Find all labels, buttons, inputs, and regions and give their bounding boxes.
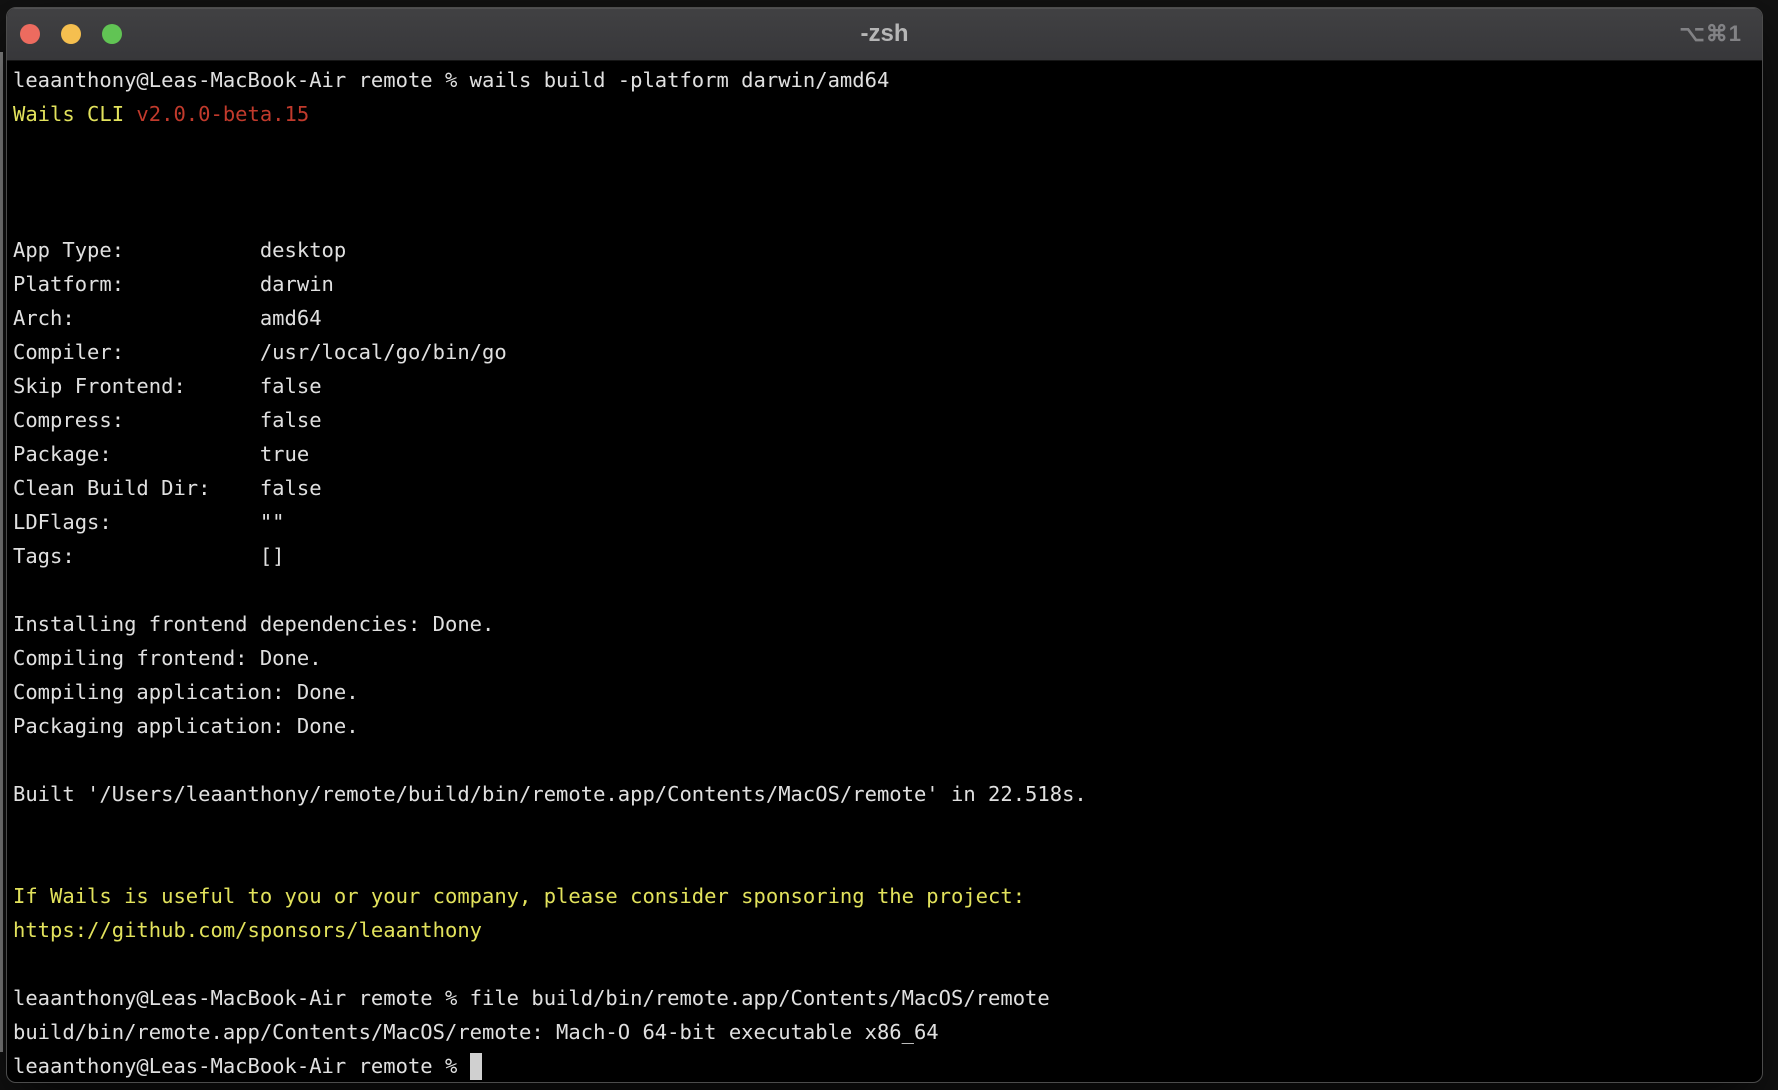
terminal-line: Arch: amd64 bbox=[13, 301, 1762, 335]
terminal-line: Compiler: /usr/local/go/bin/go bbox=[13, 335, 1762, 369]
terminal-line bbox=[13, 573, 1762, 607]
text-segment: Wails CLI bbox=[13, 102, 136, 126]
terminal-line: https://github.com/sponsors/leaanthony bbox=[13, 913, 1762, 947]
terminal-line bbox=[13, 199, 1762, 233]
text-segment: Compress: false bbox=[13, 408, 322, 432]
text-segment: leaanthony@Leas-MacBook-Air remote % wai… bbox=[13, 68, 889, 92]
sponsor-url[interactable]: https://github.com/sponsors/leaanthony bbox=[13, 918, 482, 942]
text-segment: Installing frontend dependencies: Done. bbox=[13, 612, 494, 636]
text-segment: Packaging application: Done. bbox=[13, 714, 359, 738]
text-segment: Compiler: /usr/local/go/bin/go bbox=[13, 340, 507, 364]
terminal-line: Package: true bbox=[13, 437, 1762, 471]
text-segment: Package: true bbox=[13, 442, 309, 466]
terminal-line: Compress: false bbox=[13, 403, 1762, 437]
terminal-line: Packaging application: Done. bbox=[13, 709, 1762, 743]
terminal-line: LDFlags: "" bbox=[13, 505, 1762, 539]
terminal-line: If Wails is useful to you or your compan… bbox=[13, 879, 1762, 913]
text-segment: build/bin/remote.app/Contents/MacOS/remo… bbox=[13, 1020, 939, 1044]
terminal-line: Installing frontend dependencies: Done. bbox=[13, 607, 1762, 641]
text-segment: v2.0.0-beta.15 bbox=[136, 102, 309, 126]
terminal-line: Wails CLI v2.0.0-beta.15 bbox=[13, 97, 1762, 131]
terminal-line: Platform: darwin bbox=[13, 267, 1762, 301]
text-segment: LDFlags: "" bbox=[13, 510, 285, 534]
text-segment: Compiling application: Done. bbox=[13, 680, 359, 704]
window-title: -zsh bbox=[861, 20, 909, 48]
minimize-button[interactable] bbox=[61, 24, 81, 44]
close-button[interactable] bbox=[20, 24, 40, 44]
terminal-window: -zsh ⌥⌘1 leaanthony@Leas-MacBook-Air rem… bbox=[6, 7, 1763, 1083]
text-segment: Skip Frontend: false bbox=[13, 374, 322, 398]
text-segment: Compiling frontend: Done. bbox=[13, 646, 322, 670]
terminal-line bbox=[13, 165, 1762, 199]
zoom-button[interactable] bbox=[102, 24, 122, 44]
terminal-line: App Type: desktop bbox=[13, 233, 1762, 267]
text-segment: leaanthony@Leas-MacBook-Air remote % fil… bbox=[13, 986, 1050, 1010]
terminal-line: leaanthony@Leas-MacBook-Air remote % wai… bbox=[13, 63, 1762, 97]
terminal-line bbox=[13, 845, 1762, 879]
terminal-line: Built '/Users/leaanthony/remote/build/bi… bbox=[13, 777, 1762, 811]
terminal-line: leaanthony@Leas-MacBook-Air remote % bbox=[13, 1049, 1762, 1083]
text-segment: Clean Build Dir: false bbox=[13, 476, 322, 500]
text-segment: Arch: amd64 bbox=[13, 306, 322, 330]
keyboard-shortcut-badge: ⌥⌘1 bbox=[1679, 8, 1742, 60]
terminal-line bbox=[13, 947, 1762, 981]
terminal-line bbox=[13, 131, 1762, 165]
terminal-line bbox=[13, 743, 1762, 777]
text-segment: App Type: desktop bbox=[13, 238, 346, 262]
terminal-cursor bbox=[470, 1053, 482, 1080]
terminal-line: Compiling application: Done. bbox=[13, 675, 1762, 709]
text-segment: Platform: darwin bbox=[13, 272, 334, 296]
terminal-line bbox=[13, 811, 1762, 845]
terminal-line: Clean Build Dir: false bbox=[13, 471, 1762, 505]
terminal-line: Tags: [] bbox=[13, 539, 1762, 573]
traffic-lights bbox=[20, 24, 122, 44]
text-segment: leaanthony@Leas-MacBook-Air remote % bbox=[13, 1054, 470, 1078]
text-segment: Tags: [] bbox=[13, 544, 285, 568]
terminal-line: build/bin/remote.app/Contents/MacOS/remo… bbox=[13, 1015, 1762, 1049]
text-segment: Built '/Users/leaanthony/remote/build/bi… bbox=[13, 782, 1087, 806]
background-window-edge bbox=[0, 52, 3, 1052]
terminal-line: Compiling frontend: Done. bbox=[13, 641, 1762, 675]
terminal-line: Skip Frontend: false bbox=[13, 369, 1762, 403]
title-bar[interactable]: -zsh ⌥⌘1 bbox=[7, 8, 1762, 61]
text-segment: If Wails is useful to you or your compan… bbox=[13, 884, 1025, 908]
terminal-line: leaanthony@Leas-MacBook-Air remote % fil… bbox=[13, 981, 1762, 1015]
terminal-output[interactable]: leaanthony@Leas-MacBook-Air remote % wai… bbox=[7, 61, 1762, 1083]
